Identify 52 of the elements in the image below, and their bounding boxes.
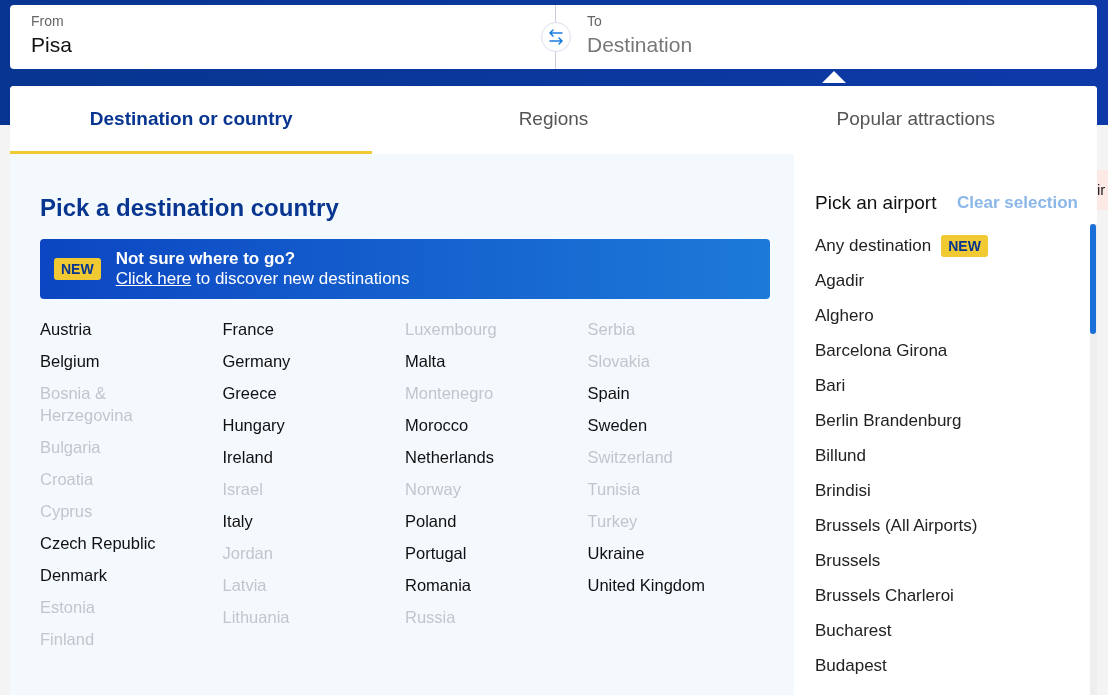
scrollbar[interactable] xyxy=(1090,224,1097,695)
country-item[interactable]: Czech Republic xyxy=(40,527,190,559)
country-item[interactable]: Poland xyxy=(405,505,555,537)
country-item[interactable]: Morocco xyxy=(405,409,555,441)
scrollbar-thumb[interactable] xyxy=(1090,224,1096,334)
airport-item[interactable]: Brussels (All Airports) xyxy=(815,515,978,536)
airport-title: Pick an airport xyxy=(815,192,937,214)
airport-item[interactable]: Billund xyxy=(815,445,867,466)
country-item[interactable]: Denmark xyxy=(40,559,190,591)
country-item[interactable]: Ukraine xyxy=(587,537,738,569)
airport-item[interactable]: Berlin Brandenburg xyxy=(815,410,962,431)
country-item[interactable]: Greece xyxy=(222,377,373,409)
airport-item[interactable]: Barcelona Girona xyxy=(815,340,948,361)
country-item[interactable]: United Kingdom xyxy=(587,569,738,601)
airport-item[interactable]: Brindisi xyxy=(815,480,871,501)
country-item[interactable]: Sweden xyxy=(587,409,738,441)
to-placeholder: Destination xyxy=(587,33,693,57)
country-item[interactable]: France xyxy=(222,313,373,345)
to-label: To xyxy=(587,13,602,29)
country-item[interactable]: Germany xyxy=(222,345,373,377)
country-item[interactable]: Netherlands xyxy=(405,441,555,473)
click-here-link[interactable]: Click here xyxy=(115,269,192,288)
section-title: Pick a destination country xyxy=(40,194,339,222)
airport-item[interactable]: Brussels Charleroi xyxy=(815,585,954,606)
background-text: ir xyxy=(1097,170,1108,210)
airport-item[interactable]: Brussels xyxy=(815,550,881,571)
swap-button[interactable] xyxy=(541,22,571,52)
country-item[interactable]: Malta xyxy=(405,345,555,377)
country-item[interactable]: Austria xyxy=(40,313,190,345)
banner-text: Click here to discover new destinations xyxy=(115,269,410,289)
country-item[interactable]: Portugal xyxy=(405,537,555,569)
swap-arrows-icon xyxy=(547,28,565,46)
country-item[interactable]: Belgium xyxy=(40,345,190,377)
country-item[interactable]: Hungary xyxy=(222,409,373,441)
tab[interactable]: Destination or country xyxy=(10,86,373,154)
airport-item[interactable]: Alghero xyxy=(815,305,874,326)
new-badge: NEW xyxy=(941,234,988,257)
from-value: Pisa xyxy=(31,33,72,57)
new-badge: NEW xyxy=(54,258,101,280)
country-item[interactable]: Romania xyxy=(405,569,555,601)
country-item[interactable]: Spain xyxy=(587,377,738,409)
airport-item[interactable]: Bucharest xyxy=(815,620,892,641)
to-field[interactable]: To Destination xyxy=(571,5,1097,69)
from-label: From xyxy=(31,13,64,29)
airport-item[interactable]: Budapest xyxy=(815,655,887,676)
airport-item[interactable]: Bari xyxy=(815,375,846,396)
airport-item[interactable]: Any destination xyxy=(815,235,932,256)
country-item[interactable]: Italy xyxy=(222,505,373,537)
from-field[interactable]: From Pisa xyxy=(10,5,541,69)
country-item[interactable]: Ireland xyxy=(222,441,373,473)
banner-headline: Not sure where to go? xyxy=(115,249,296,269)
airport-item[interactable]: Agadir xyxy=(815,270,865,291)
